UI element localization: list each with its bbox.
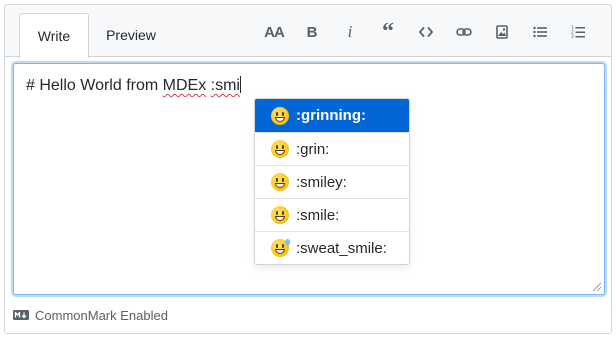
code-button[interactable] [407,19,445,45]
link-icon [456,28,472,36]
text-size-icon: AA [264,23,285,41]
svg-text:3: 3 [571,34,574,39]
code-icon [419,27,433,37]
text-size-button[interactable]: AA [255,19,293,45]
suggestion-label: :sweat_smile: [296,239,387,257]
unordered-list-icon [533,26,547,38]
formatting-toolbar: AA B i “ 1 2 3 [255,19,597,45]
suggestion-label: :smiley: [296,173,347,191]
image-button[interactable] [483,19,521,45]
suggestion-item-smile[interactable]: :smile: [255,198,409,231]
editor-text: # Hello World from MDEx :smi [26,76,241,96]
markdown-editor: Write Preview AA B i “ 1 2 3 # Hello Wor… [4,4,612,334]
suggestion-item-sweat-smile[interactable]: :sweat_smile: [255,231,409,264]
text-segment: # Hello World from [26,77,163,94]
suggestion-label: :grinning: [296,107,366,124]
emoji-suggestion-list: :grinning: :grin: :smiley: :smile: :swea… [254,98,410,265]
suggestion-label: :grin: [296,140,330,158]
italic-icon: i [347,22,353,41]
commonmark-label: CommonMark Enabled [35,307,168,323]
editor-footer: CommonMark Enabled [13,305,168,325]
suggestion-item-smiley[interactable]: :smiley: [255,165,409,198]
grin-face-icon [271,140,289,158]
bold-icon: B [306,23,318,41]
markdown-textarea[interactable]: # Hello World from MDEx :smi :grinning: … [13,63,605,295]
grinning-face-icon [271,106,289,125]
link-button[interactable] [445,19,483,45]
tab-preview[interactable]: Preview [95,13,167,58]
ordered-list-button[interactable]: 1 2 3 [559,19,597,45]
suggestion-label: :smile: [296,206,340,224]
image-icon [496,25,508,39]
unordered-list-button[interactable] [521,19,559,45]
misspelled-word: MDEx [162,77,207,94]
sweat-smile-face-icon [271,239,290,257]
text-caret [239,76,241,93]
smiley-face-icon [271,173,289,191]
emoji-shortcode-partial: :smi [210,77,240,94]
suggestion-item-grin[interactable]: :grin: [255,132,409,165]
tab-write[interactable]: Write [19,13,89,58]
suggestion-item-grinning[interactable]: :grinning: [255,99,409,132]
italic-button[interactable]: i [331,19,369,45]
quote-button[interactable]: “ [369,19,407,45]
smile-face-icon [271,206,289,224]
editor-header: Write Preview AA B i “ 1 2 3 [5,5,611,58]
resize-handle-icon[interactable] [592,282,602,292]
ordered-list-icon: 1 2 3 [571,25,585,39]
markdown-icon [13,310,29,320]
bold-button[interactable]: B [293,19,331,45]
quote-icon: “ [382,19,394,45]
